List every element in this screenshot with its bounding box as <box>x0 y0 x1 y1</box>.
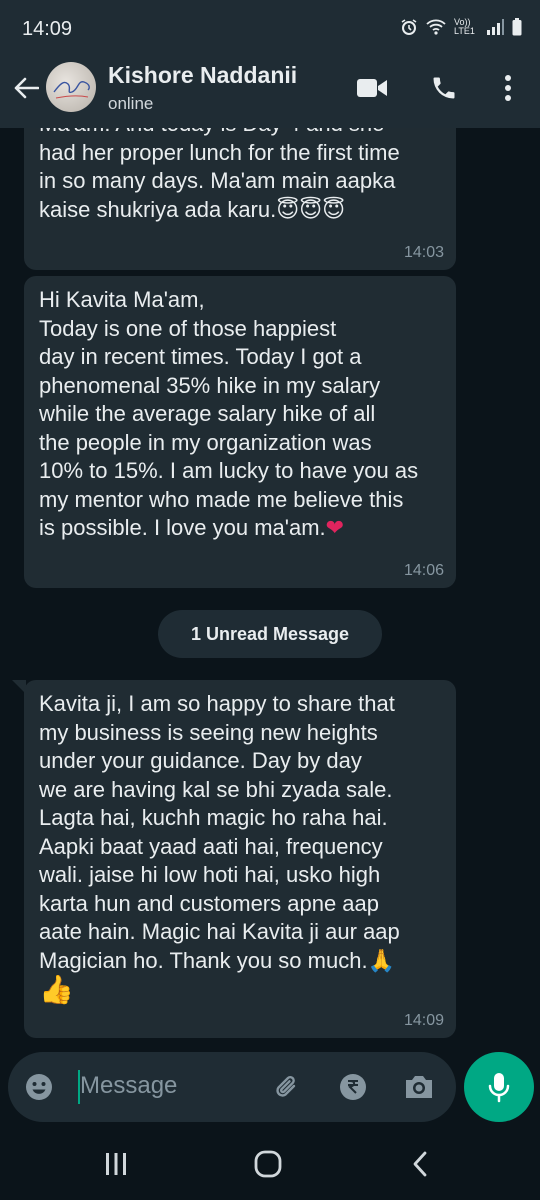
arrow-left-icon <box>14 77 39 99</box>
recents-icon <box>106 1153 126 1175</box>
message-input[interactable]: Message <box>80 1072 177 1100</box>
emoji-heart: ❤ <box>325 516 345 541</box>
home-icon <box>254 1150 282 1178</box>
emoji-thumbs-up: 👍 <box>39 973 74 1006</box>
status-time: 14:09 <box>22 18 73 40</box>
battery-icon <box>512 18 522 36</box>
avatar[interactable] <box>46 62 96 112</box>
message-time: 14:03 <box>403 244 444 261</box>
phone-icon <box>433 77 455 99</box>
mic-icon <box>488 1073 510 1103</box>
camera-icon <box>406 1076 432 1098</box>
message-list[interactable]: Ma'am! And today is Day 4 and she had he… <box>0 128 540 1048</box>
menu-button[interactable] <box>490 70 526 106</box>
message-bubble[interactable]: Hi Kavita Ma'am, Today is one of those h… <box>24 276 456 588</box>
video-call-icon <box>357 79 387 97</box>
emoji-button[interactable] <box>22 1070 56 1104</box>
emoji-icon <box>26 1074 52 1100</box>
status-icons: Vo)) LTE1 <box>400 18 522 36</box>
paperclip-icon <box>276 1075 296 1097</box>
message-text: Ma'am! And today is Day 4 and she had he… <box>39 128 400 223</box>
signal-icon <box>487 19 504 35</box>
rupee-icon <box>340 1074 366 1100</box>
status-bar: 14:09 Vo)) LTE1 <box>0 0 540 58</box>
signature-image <box>53 81 90 99</box>
video-call-button[interactable] <box>354 70 390 106</box>
recents-button[interactable] <box>96 1144 136 1184</box>
message-composer: Message <box>8 1052 456 1122</box>
message-bubble[interactable]: Ma'am! And today is Day 4 and she had he… <box>24 128 456 270</box>
wifi-icon <box>426 19 446 35</box>
message-bubble[interactable]: Kavita ji, I am so happy to share that m… <box>24 680 456 1038</box>
chevron-left-icon <box>413 1151 427 1177</box>
system-back-button[interactable] <box>400 1144 440 1184</box>
system-nav-bar <box>0 1128 540 1200</box>
back-button[interactable] <box>8 70 44 106</box>
message-time: 14:09 <box>403 1012 444 1029</box>
contact-status: online <box>108 94 154 113</box>
mic-button[interactable] <box>464 1052 534 1122</box>
emoji-smiling-halo: 😇😇😇 <box>276 197 346 223</box>
more-vert-icon <box>505 75 511 101</box>
chat-header: Kishore Naddanii online <box>0 58 540 128</box>
home-button[interactable] <box>248 1144 288 1184</box>
payment-button[interactable] <box>336 1070 370 1104</box>
network-label: Vo)) LTE1 <box>454 17 475 36</box>
attach-button[interactable] <box>270 1070 304 1104</box>
emoji-folded-hands: 🙏 <box>367 948 395 974</box>
contact-name[interactable]: Kishore Naddanii <box>108 62 297 89</box>
message-time: 14:06 <box>403 562 444 579</box>
unread-divider: 1 Unread Message <box>158 610 382 658</box>
message-text: Kavita ji, I am so happy to share that m… <box>39 691 400 1006</box>
message-text: Hi Kavita Ma'am, Today is one of those h… <box>39 287 419 541</box>
camera-button[interactable] <box>402 1070 436 1104</box>
voice-call-button[interactable] <box>426 70 462 106</box>
alarm-icon <box>401 19 417 35</box>
